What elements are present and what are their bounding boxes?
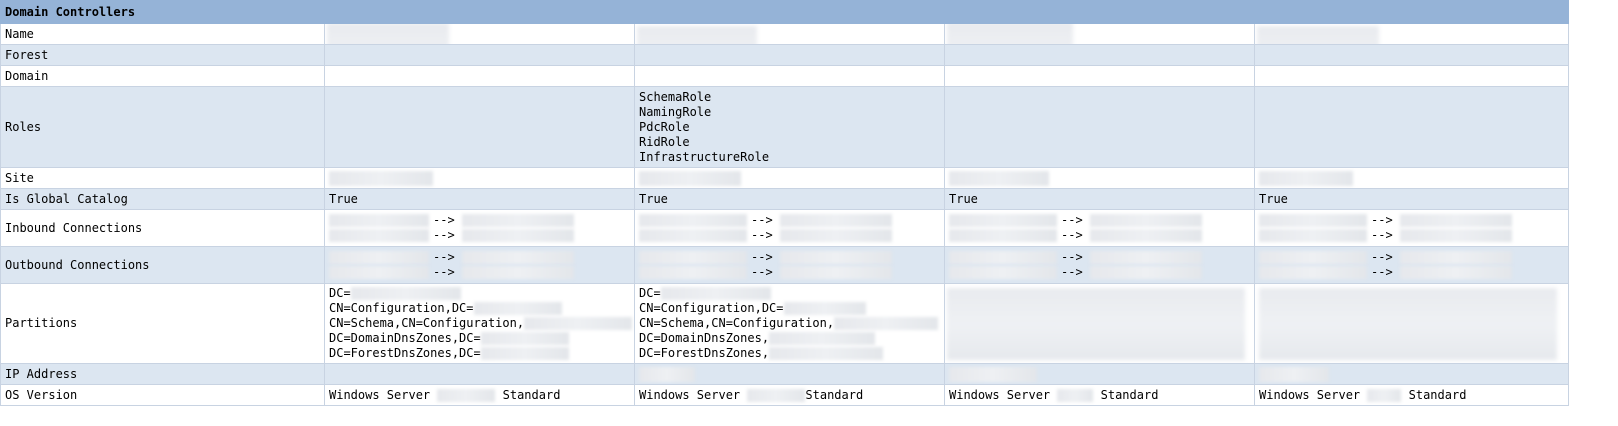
- dc1-partitions: DC= CN=Configuration,DC= CN=Schema,CN=Co…: [324, 283, 635, 364]
- dc2-os: Windows Server Standard: [634, 384, 945, 406]
- dc2-outbound: --> -->: [634, 246, 945, 284]
- dc4-name-redacted: [1253, 23, 1570, 45]
- partition-line: DC=: [329, 286, 351, 300]
- role-item: InfrastructureRole: [639, 149, 770, 164]
- dc2-roles: SchemaRole NamingRole PdcRole RidRole In…: [634, 86, 945, 168]
- dc4-inbound: --> -->: [1253, 209, 1570, 247]
- dc1-outbound: --> -->: [324, 246, 635, 284]
- dc1-ip-redacted: [324, 363, 635, 385]
- dc3-ip-redacted: [944, 363, 1255, 385]
- dc3-outbound: --> -->: [944, 246, 1255, 284]
- row-label-roles: Roles: [0, 86, 325, 168]
- dc2-forest-redacted: [634, 44, 945, 66]
- dc1-site-redacted: [324, 167, 635, 189]
- partition-line: DC=ForestDnsZones,DC=: [329, 346, 481, 360]
- partition-line: CN=Configuration,DC=: [639, 301, 784, 315]
- row-label-global-catalog: Is Global Catalog: [0, 188, 325, 210]
- row-label-ip: IP Address: [0, 363, 325, 385]
- partition-line: CN=Schema,CN=Configuration,: [639, 316, 835, 330]
- row-label-site: Site: [0, 167, 325, 189]
- partition-line: CN=Configuration,DC=: [329, 301, 474, 315]
- dc2-global-catalog: True: [634, 188, 945, 210]
- role-item: NamingRole: [639, 104, 712, 119]
- partition-line: CN=Schema,CN=Configuration,: [329, 316, 525, 330]
- dc3-partitions-redacted: [944, 283, 1255, 364]
- dc4-global-catalog: True: [1253, 188, 1570, 210]
- dc4-partitions-redacted: [1253, 283, 1570, 364]
- partition-line: DC=DomainDnsZones,: [639, 331, 770, 345]
- dc4-roles: [1253, 86, 1570, 168]
- role-item: SchemaRole: [639, 89, 712, 104]
- row-label-name: Name: [0, 23, 325, 45]
- dc2-name-redacted: [634, 23, 945, 45]
- dc4-os: Windows Server Standard: [1253, 384, 1570, 406]
- row-label-inbound: Inbound Connections: [0, 209, 325, 247]
- dc1-os: Windows Server Standard: [324, 384, 635, 406]
- dc3-forest-redacted: [944, 44, 1255, 66]
- role-item: RidRole: [639, 134, 690, 149]
- dc3-roles: [944, 86, 1255, 168]
- dc3-inbound: --> -->: [944, 209, 1255, 247]
- dc2-site-redacted: [634, 167, 945, 189]
- partition-line: DC=: [639, 286, 661, 300]
- domain-controllers-table: Domain Controllers Name Forest Domain Ro…: [0, 0, 1570, 406]
- role-item: PdcRole: [639, 119, 690, 134]
- dc2-inbound: --> -->: [634, 209, 945, 247]
- row-label-outbound: Outbound Connections: [0, 246, 325, 284]
- row-label-os: OS Version: [0, 384, 325, 406]
- partition-line: DC=DomainDnsZones,DC=: [329, 331, 481, 345]
- row-label-forest: Forest: [0, 44, 325, 66]
- dc2-ip-redacted: [634, 363, 945, 385]
- dc3-os: Windows Server Standard: [944, 384, 1255, 406]
- dc3-site-redacted: [944, 167, 1255, 189]
- dc4-site-redacted: [1253, 167, 1570, 189]
- dc1-name-redacted: [324, 23, 635, 45]
- partition-line: DC=ForestDnsZones,: [639, 346, 770, 360]
- dc1-forest-redacted: [324, 44, 635, 66]
- dc4-forest-redacted: [1253, 44, 1570, 66]
- dc1-global-catalog: True: [324, 188, 635, 210]
- table-title: Domain Controllers: [0, 0, 1570, 24]
- row-label-partitions: Partitions: [0, 283, 325, 364]
- dc3-global-catalog: True: [944, 188, 1255, 210]
- dc4-outbound: --> -->: [1253, 246, 1570, 284]
- dc3-name-redacted: [944, 23, 1255, 45]
- dc4-ip-redacted: [1253, 363, 1570, 385]
- dc1-inbound: --> -->: [324, 209, 635, 247]
- row-label-domain: Domain: [0, 65, 325, 87]
- dc2-partitions: DC= CN=Configuration,DC= CN=Schema,CN=Co…: [634, 283, 945, 364]
- dc1-roles: [324, 86, 635, 168]
